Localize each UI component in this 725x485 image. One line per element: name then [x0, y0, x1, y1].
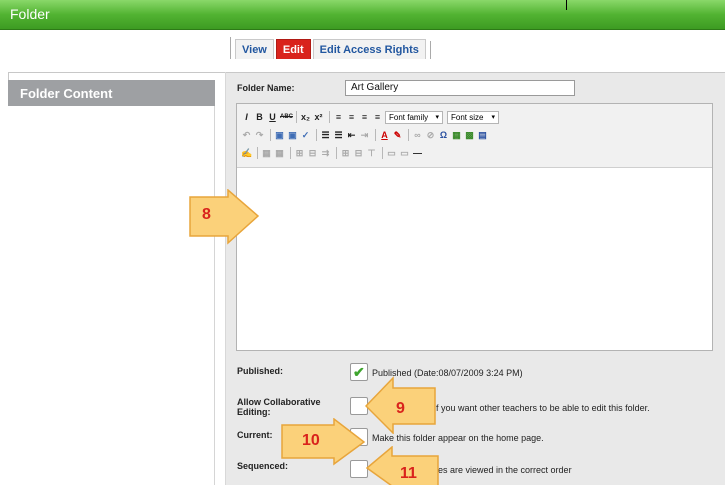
- subscript-button[interactable]: x₂: [300, 112, 311, 122]
- indent-icon[interactable]: ⇥: [359, 130, 370, 141]
- spellcheck-icon[interactable]: ✓: [300, 130, 311, 141]
- window-titlebar: Folder: [0, 0, 725, 30]
- sidebar-title: Folder Content: [20, 86, 113, 101]
- insert-col-icon[interactable]: ⊞: [340, 148, 351, 159]
- chevron-down-icon: ▾: [435, 114, 439, 121]
- callout-number-8: 8: [202, 206, 211, 223]
- delete-row-icon[interactable]: ⊟: [307, 148, 318, 159]
- font-family-select-value: Font family: [389, 112, 429, 122]
- tab-bar: View Edit Edit Access Rights: [0, 30, 725, 62]
- tabs: View Edit Edit Access Rights: [230, 37, 431, 59]
- merge-icon[interactable]: ▭: [386, 148, 397, 159]
- hr-icon[interactable]: —: [412, 148, 423, 158]
- paste-text-icon[interactable]: ▣: [287, 130, 298, 141]
- toolbar-separator: [382, 147, 383, 159]
- tab-edit[interactable]: Edit: [275, 39, 311, 59]
- align-center-icon[interactable]: ≡: [346, 112, 357, 122]
- align-left-icon[interactable]: ≡: [333, 112, 344, 122]
- toolbar-separator: [290, 147, 291, 159]
- callout-number-9: 9: [396, 400, 405, 417]
- media-icon[interactable]: ▤: [477, 130, 488, 141]
- checkmark-icon: ✔: [353, 364, 365, 380]
- font-family-select[interactable]: Font family ▾: [385, 110, 443, 124]
- toolbar-separator: [375, 129, 376, 141]
- editor-toolbar: I B U ABC x₂ x² ≡ ≡ ≡ ≡ Font family ▾ Fon…: [237, 104, 712, 168]
- highlight-icon[interactable]: ✎: [392, 130, 403, 141]
- bullet-list-icon[interactable]: ☰: [320, 130, 331, 141]
- toolbar-separator: [316, 129, 317, 141]
- strikethrough-button[interactable]: ABC: [280, 114, 293, 120]
- omega-icon[interactable]: Ω: [438, 130, 449, 140]
- toolbar-row-2: ↶ ↷ ▣ ▣ ✓ ☰ ☰ ⇤ ⇥ A ✎ ∞ ⊘ Ω ▦ ▩ ▤: [241, 127, 490, 143]
- current-label: Current:: [237, 430, 273, 440]
- image-icon[interactable]: ▩: [464, 130, 475, 141]
- superscript-button[interactable]: x²: [313, 112, 324, 122]
- chevron-down-icon: ▾: [491, 114, 495, 121]
- table-props-icon[interactable]: ▦: [261, 148, 272, 159]
- toolbar-separator: [408, 129, 409, 141]
- toolbar-separator: [329, 111, 330, 123]
- sidebar-header: Folder Content: [8, 80, 215, 106]
- callout-arrow-10: [281, 418, 366, 466]
- toolbar-separator: [257, 147, 258, 159]
- undo-icon[interactable]: ↶: [241, 130, 252, 141]
- callout-number-10: 10: [302, 432, 320, 449]
- sidebar-content: [8, 106, 215, 485]
- text-cursor: [566, 0, 567, 10]
- tab-divider: [429, 41, 431, 59]
- folder-name-input[interactable]: Art Gallery: [345, 80, 575, 96]
- collaborative-label-line2: Editing:: [237, 407, 271, 417]
- rich-text-editor: I B U ABC x₂ x² ≡ ≡ ≡ ≡ Font family ▾ Fon…: [236, 103, 713, 351]
- collaborative-description: x if you want other teachers to be able …: [427, 403, 650, 413]
- table-icon[interactable]: ▦: [451, 130, 462, 141]
- link-icon[interactable]: ∞: [412, 130, 423, 140]
- edit-html-icon[interactable]: ✍: [241, 148, 252, 159]
- current-description: Make this folder appear on the home page…: [372, 433, 544, 443]
- split-icon[interactable]: ▭: [399, 148, 410, 159]
- numbered-list-icon[interactable]: ☰: [333, 130, 344, 141]
- published-label: Published:: [237, 366, 284, 376]
- sequenced-description: les are viewed in the correct order: [436, 465, 572, 475]
- row-props-icon[interactable]: ⇉: [320, 148, 331, 159]
- insert-row-icon[interactable]: ⊞: [294, 148, 305, 159]
- window-title: Folder: [10, 6, 50, 22]
- paste-icon[interactable]: ▣: [274, 130, 285, 141]
- col-props-icon[interactable]: ⊤: [366, 148, 377, 159]
- callout-number-11: 11: [400, 465, 417, 482]
- font-color-icon[interactable]: A: [379, 130, 390, 140]
- page: Folder View Edit Edit Access Rights Fold…: [0, 0, 725, 485]
- underline-button[interactable]: U: [267, 112, 278, 122]
- tab-view[interactable]: View: [235, 39, 274, 59]
- align-justify-icon[interactable]: ≡: [372, 112, 383, 122]
- toolbar-separator: [270, 129, 271, 141]
- toolbar-row-1: I B U ABC x₂ x² ≡ ≡ ≡ ≡ Font family ▾ Fon…: [241, 109, 503, 125]
- unlink-icon[interactable]: ⊘: [425, 130, 436, 141]
- collaborative-label-line1: Allow Collaborative: [237, 397, 321, 407]
- bold-button[interactable]: B: [254, 112, 265, 122]
- redo-icon[interactable]: ↷: [254, 130, 265, 141]
- outdent-icon[interactable]: ⇤: [346, 130, 357, 141]
- tab-edit-access-rights[interactable]: Edit Access Rights: [312, 39, 426, 59]
- toolbar-separator: [296, 111, 297, 123]
- toolbar-separator: [336, 147, 337, 159]
- callout-arrow-8: [189, 189, 260, 245]
- toolbar-row-3: ✍ ▦ ▦ ⊞ ⊟ ⇉ ⊞ ⊟ ⊤ ▭ ▭ —: [241, 145, 425, 161]
- italic-button[interactable]: I: [241, 112, 252, 122]
- cell-props-icon[interactable]: ▦: [274, 148, 285, 159]
- font-size-select-value: Font size: [451, 112, 484, 122]
- folder-name-label: Folder Name:: [237, 83, 295, 93]
- align-right-icon[interactable]: ≡: [359, 112, 370, 122]
- font-size-select[interactable]: Font size ▾: [447, 110, 499, 124]
- delete-col-icon[interactable]: ⊟: [353, 148, 364, 159]
